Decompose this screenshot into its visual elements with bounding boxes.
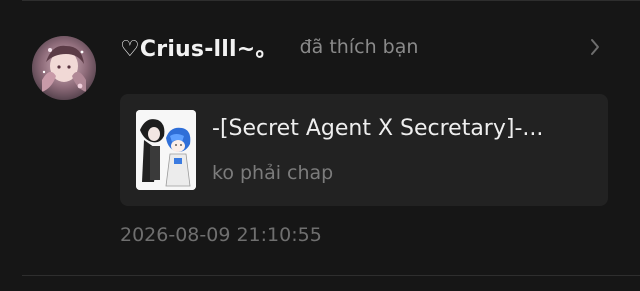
- bottom-divider: [22, 275, 640, 276]
- like-notification-item[interactable]: ♡Crius-lll~。 đã thích bạn -[Secret Agent…: [0, 0, 640, 275]
- user-avatar[interactable]: [32, 36, 96, 100]
- chevron-right-icon[interactable]: [587, 36, 603, 58]
- story-card[interactable]: -[Secret Agent X Secretary]-... ko phải …: [120, 94, 608, 206]
- story-subtitle: ko phải chap: [212, 162, 334, 184]
- story-cover-image: [136, 110, 196, 190]
- story-title: -[Secret Agent X Secretary]-...: [212, 116, 544, 141]
- notification-header: ♡Crius-lll~。 đã thích bạn: [120, 30, 418, 64]
- notification-timestamp: 2026-08-09 21:10:55: [120, 224, 322, 246]
- username-link[interactable]: ♡Crius-lll~。: [120, 31, 278, 63]
- notification-action-text: đã thích bạn: [299, 36, 419, 58]
- user-avatar-icon: [32, 36, 96, 100]
